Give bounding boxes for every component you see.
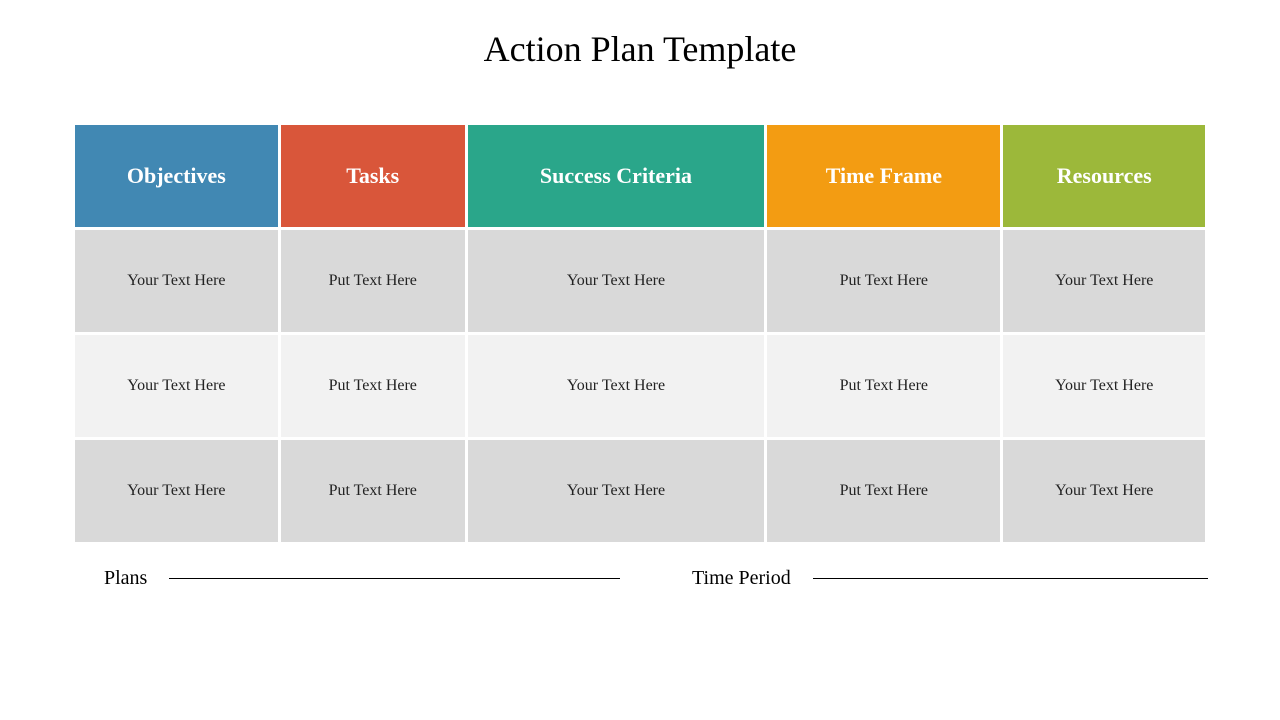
cell[interactable]: Your Text Here [75,440,278,542]
action-plan-table: Objectives Tasks Success Criteria Time F… [72,122,1208,545]
cell[interactable]: Your Text Here [75,335,278,437]
cell[interactable]: Put Text Here [767,230,1000,332]
footer: Plans Time Period [0,545,1280,590]
cell[interactable]: Your Text Here [468,230,764,332]
table-row: Your Text Here Put Text Here Your Text H… [75,335,1205,437]
table-row: Your Text Here Put Text Here Your Text H… [75,440,1205,542]
col-objectives: Objectives [75,125,278,227]
footer-time-period-group: Time Period [660,567,1208,590]
footer-plans-label: Plans [72,567,169,590]
divider-line [813,578,1208,579]
page-title: Action Plan Template [0,0,1280,70]
col-tasks: Tasks [281,125,465,227]
table-container: Objectives Tasks Success Criteria Time F… [0,70,1280,545]
footer-time-period-label: Time Period [660,567,813,590]
cell[interactable]: Put Text Here [281,230,465,332]
col-success-criteria: Success Criteria [468,125,764,227]
col-time-frame: Time Frame [767,125,1000,227]
cell[interactable]: Put Text Here [767,440,1000,542]
cell[interactable]: Your Text Here [1003,230,1205,332]
table-row: Your Text Here Put Text Here Your Text H… [75,230,1205,332]
cell[interactable]: Your Text Here [1003,335,1205,437]
cell[interactable]: Your Text Here [468,440,764,542]
cell[interactable]: Your Text Here [468,335,764,437]
cell[interactable]: Put Text Here [767,335,1000,437]
cell[interactable]: Your Text Here [1003,440,1205,542]
cell[interactable]: Put Text Here [281,335,465,437]
divider-line [169,578,620,579]
table-header-row: Objectives Tasks Success Criteria Time F… [75,125,1205,227]
cell[interactable]: Put Text Here [281,440,465,542]
footer-plans-group: Plans [72,567,620,590]
col-resources: Resources [1003,125,1205,227]
cell[interactable]: Your Text Here [75,230,278,332]
